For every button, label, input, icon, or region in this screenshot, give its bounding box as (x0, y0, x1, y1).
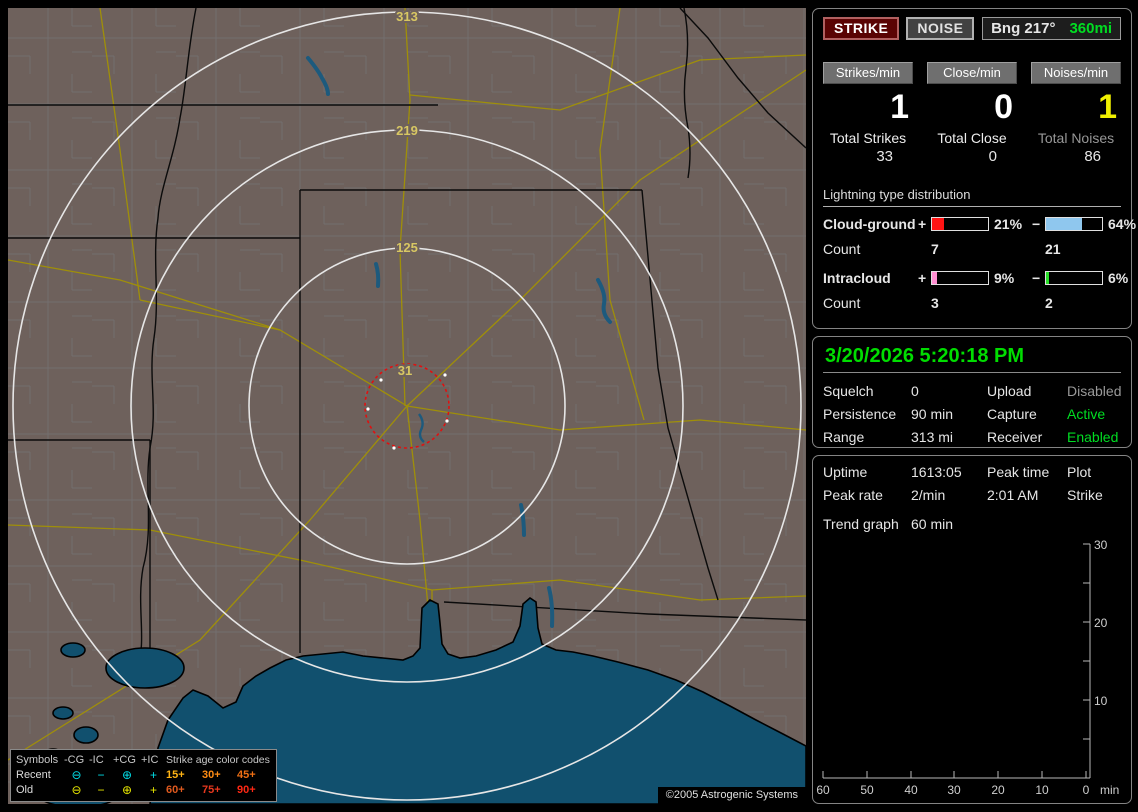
cg-negative-count: 21 (1045, 241, 1061, 257)
trend-axes (822, 543, 1091, 779)
copyright-text: ©2005 Astrogenic Systems (657, 787, 806, 804)
x-tick-label: 40 (904, 783, 918, 797)
ic-positive-pct: 9% (994, 270, 1015, 286)
symbols-legend: Symbols -CG -IC +CG +IC Strike age color… (10, 749, 277, 802)
legend-age-header: Strike age color codes (166, 754, 270, 766)
stats-panel: STRIKE NOISE Bng 217° 360mi Strikes/min … (812, 8, 1136, 329)
bearing-value: Bng 217° (991, 20, 1056, 37)
range-ring-label: 125 (396, 240, 418, 255)
cg-negative-pct: 64% (1108, 216, 1137, 232)
legend-col-neg-cg: -CG (64, 754, 85, 766)
intracloud-label: Intracloud (823, 270, 891, 286)
map-view[interactable]: 313 219 125 31 Symbols -CG -IC +CG +IC S… (8, 8, 806, 804)
squelch-value: 0 (911, 383, 919, 399)
map-svg: 313 219 125 31 (8, 8, 806, 804)
persistence-value: 90 min (911, 406, 954, 422)
strikes-per-min-value: 1 (890, 88, 909, 126)
strike-button[interactable]: STRIKE (823, 17, 900, 40)
range-ring-label: 31 (398, 363, 412, 378)
legend-row-recent-label: Recent (16, 769, 51, 781)
noises-per-min-value: 1 (1098, 88, 1117, 126)
receiver-status: Enabled (1067, 429, 1119, 445)
close-per-min-label: Close/min (927, 62, 1017, 84)
range-value: 313 mi (911, 429, 954, 445)
noise-button[interactable]: NOISE (906, 17, 975, 40)
neg-cg-recent-icon: ⊖ (71, 768, 82, 782)
range-ring-label: 313 (396, 9, 418, 24)
x-tick-label: 60 (816, 783, 830, 797)
ic-negative-pct: 6% (1108, 270, 1129, 286)
trend-panel: Uptime 1613:05 Peak time Plot Peak rate … (812, 455, 1132, 804)
plus-sign: + (918, 216, 927, 232)
y-tick-label: 10 (1094, 694, 1108, 708)
age-code: 90+ (237, 784, 256, 796)
age-code: 45+ (237, 769, 256, 781)
legend-col-pos-ic: +IC (141, 754, 159, 766)
count-label: Count (823, 241, 861, 257)
capture-status: Active (1067, 406, 1106, 422)
ic-positive-count: 3 (931, 295, 939, 311)
neg-ic-old-icon: − (97, 783, 105, 797)
neg-cg-old-icon: ⊖ (71, 783, 82, 797)
pos-cg-old-icon: ⊕ (121, 783, 133, 797)
pos-ic-old-icon: + (149, 783, 157, 797)
ic-negative-count: 2 (1045, 295, 1053, 311)
persistence-label: Persistence (823, 406, 897, 422)
x-tick-label: 20 (991, 783, 1005, 797)
range-ring-label: 219 (396, 123, 418, 138)
legend-symbols-header: Symbols (16, 754, 59, 766)
datetime-display: 3/20/2026 5:20:18 PM (823, 344, 1121, 373)
legend-col-pos-cg: +CG (113, 754, 136, 766)
y-tick-label: 30 (1094, 538, 1108, 552)
x-tick-label: 10 (1035, 783, 1049, 797)
total-close-label: Total Close (937, 130, 1007, 146)
cloud-ground-label: Cloud-ground (823, 216, 916, 232)
range-label: Range (823, 429, 865, 445)
y-tick-label: 20 (1094, 616, 1108, 630)
pos-cg-recent-icon: ⊕ (121, 768, 133, 782)
bearing-range-value: 360mi (1069, 20, 1112, 37)
cg-negative-bar (1045, 217, 1103, 231)
receiver-label: Receiver (987, 429, 1043, 445)
minus-sign: − (1032, 270, 1041, 286)
total-noises-value: 86 (1084, 148, 1101, 165)
count-label: Count (823, 295, 861, 311)
age-code: 75+ (202, 784, 221, 796)
squelch-label: Squelch (823, 383, 874, 399)
age-code: 30+ (202, 769, 221, 781)
plus-sign: + (918, 270, 927, 286)
upload-label: Upload (987, 383, 1032, 399)
legend-row-old-label: Old (16, 784, 34, 796)
cg-positive-count: 7 (931, 241, 939, 257)
ic-negative-bar (1045, 271, 1103, 285)
minus-sign: − (1032, 216, 1041, 232)
age-code: 15+ (166, 769, 185, 781)
status-panel: 3/20/2026 5:20:18 PM Squelch 0 Upload Di… (812, 336, 1132, 448)
cg-positive-pct: 21% (994, 216, 1023, 232)
neg-ic-recent-icon: − (97, 768, 105, 782)
bearing-readout: Bng 217° 360mi (982, 17, 1121, 40)
capture-label: Capture (987, 406, 1037, 422)
total-noises-label: Total Noises (1037, 130, 1115, 146)
x-tick-label: 30 (947, 783, 961, 797)
total-strikes-value: 33 (876, 148, 893, 165)
legend-col-neg-ic: -IC (89, 754, 104, 766)
total-strikes-label: Total Strikes (829, 130, 907, 146)
strikes-per-min-label: Strikes/min (823, 62, 913, 84)
close-per-min-value: 0 (994, 88, 1013, 126)
x-axis-unit: min (1100, 783, 1119, 797)
noises-per-min-label: Noises/min (1031, 62, 1121, 84)
total-close-value: 0 (988, 148, 997, 165)
distribution-title: Lightning type distribution (823, 187, 1121, 207)
cg-positive-bar (931, 217, 989, 231)
pos-ic-recent-icon: + (149, 768, 157, 782)
upload-status: Disabled (1067, 383, 1122, 399)
age-code: 60+ (166, 784, 185, 796)
trend-graph: 30 20 10 60 50 40 30 20 10 0 min (816, 538, 1119, 797)
x-tick-label: 50 (860, 783, 874, 797)
x-tick-label: 0 (1083, 783, 1090, 797)
ic-positive-bar (931, 271, 989, 285)
